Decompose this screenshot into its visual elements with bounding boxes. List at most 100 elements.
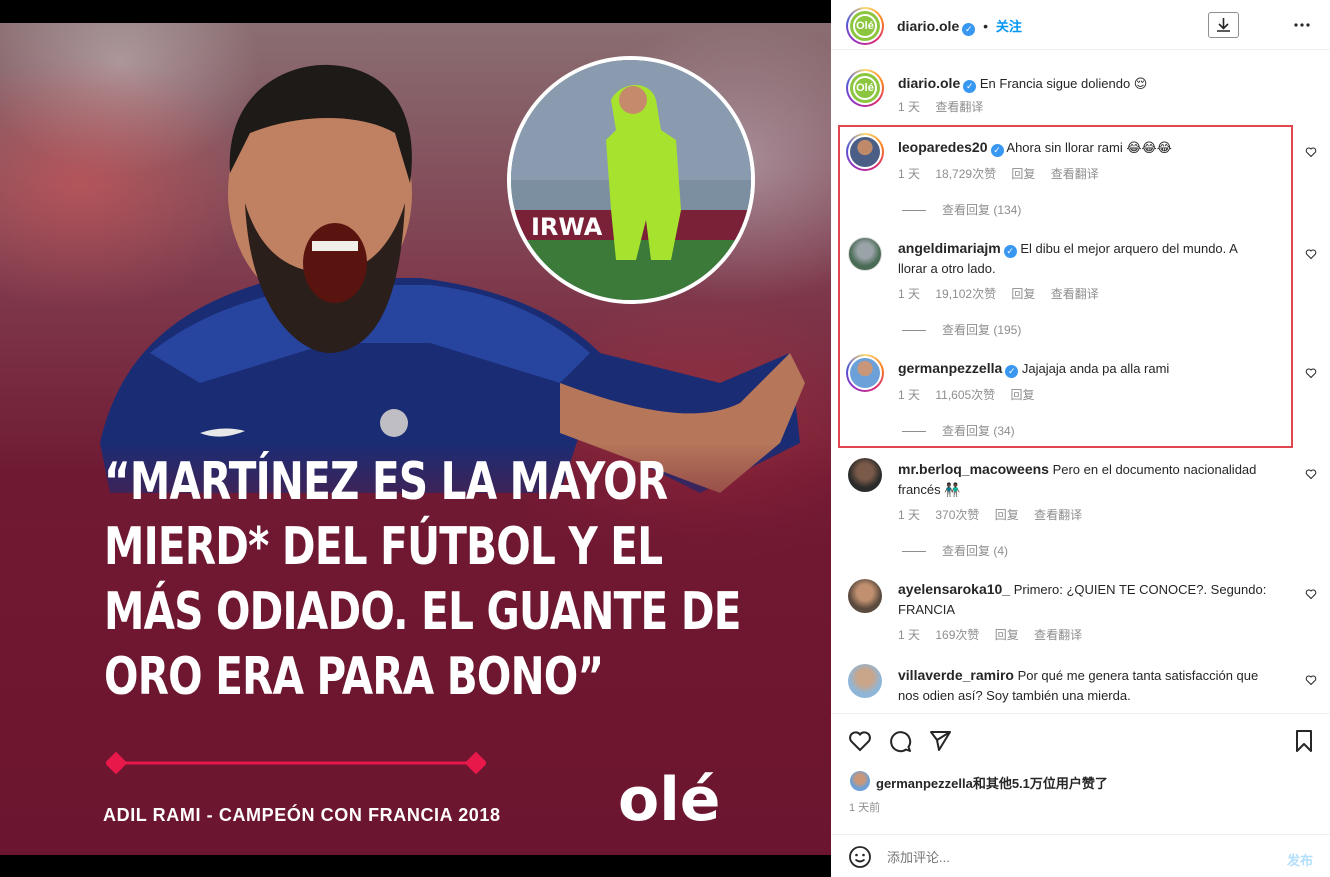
avatar[interactable] bbox=[848, 237, 882, 271]
author-username[interactable]: diario.ole bbox=[897, 18, 959, 34]
heart-icon[interactable] bbox=[848, 729, 872, 753]
comment-line: Jajajaja anda pa alla rami bbox=[1021, 361, 1170, 376]
verified-icon: ✓ bbox=[962, 23, 976, 36]
view-replies[interactable]: 查看回复 (4) bbox=[902, 542, 1008, 559]
quote-line: ORO ERA PARA BONO” bbox=[104, 647, 604, 707]
avatar bbox=[850, 137, 880, 167]
view-replies[interactable]: 查看回复 (195) bbox=[902, 321, 1021, 338]
comment-text: angeldimariajm ✓ El dibu el mejor arquero… bbox=[898, 238, 1278, 279]
story-ring[interactable]: Olé bbox=[846, 7, 884, 45]
comment-text: leoparedes20 ✓ Ahora sin llorar rami 😂😂😂 bbox=[898, 137, 1278, 158]
caption-username[interactable]: diario.ole bbox=[898, 75, 960, 91]
translate-link[interactable]: 查看翻译 bbox=[1051, 287, 1099, 301]
avatar: Olé bbox=[850, 11, 880, 41]
comment-avatar-ring[interactable] bbox=[846, 133, 884, 171]
translate-link[interactable]: 查看翻译 bbox=[1034, 508, 1082, 522]
avatar[interactable] bbox=[848, 579, 882, 613]
heart-icon[interactable] bbox=[1305, 367, 1317, 379]
emoji-icon[interactable] bbox=[848, 845, 872, 869]
translate-link[interactable]: 查看翻译 bbox=[935, 100, 983, 114]
reply-button[interactable]: 回复 bbox=[1011, 167, 1035, 181]
quote-text: “MARTÍNEZ ES LA MAYOR MIERD* DEL FÚTBOL … bbox=[104, 450, 744, 710]
translate-link[interactable]: 查看翻译 bbox=[1034, 628, 1082, 642]
reply-button[interactable]: 回复 bbox=[1011, 388, 1035, 402]
comment-line: Primero: ¿QUIEN TE CONOCE?. Segundo: bbox=[1013, 582, 1267, 597]
svg-text:olé: olé bbox=[618, 765, 720, 831]
liker-avatar[interactable] bbox=[850, 771, 870, 791]
comment-line: Ahora sin llorar rami 😂😂😂 bbox=[1006, 140, 1172, 155]
comment-username[interactable]: ayelensaroka10_ bbox=[898, 581, 1010, 597]
comment-username[interactable]: angeldimariajm bbox=[898, 240, 1001, 256]
likes-count[interactable]: 19,102次赞 bbox=[935, 287, 996, 301]
caption-text: diario.ole ✓ En Francia sigue doliendo 😌 bbox=[898, 73, 1298, 94]
comment-time: 1 天 bbox=[898, 508, 921, 522]
comment-line: El dibu el mejor arquero del mundo. A bbox=[1020, 241, 1238, 256]
heart-icon[interactable] bbox=[1305, 248, 1317, 260]
view-replies-label: 查看回复 (34) bbox=[942, 424, 1015, 438]
avatar: Olé bbox=[850, 73, 880, 103]
comment-avatar-ring[interactable] bbox=[846, 354, 884, 392]
comment-meta: 1 天 11,605次赞 回复 bbox=[898, 386, 1047, 403]
comment-line: nos odien así? Soy también una mierda. bbox=[898, 688, 1131, 703]
download-icon[interactable] bbox=[1208, 12, 1239, 38]
caption-body: En Francia sigue doliendo 😌 bbox=[979, 76, 1148, 91]
share-icon[interactable] bbox=[928, 729, 952, 753]
avatar[interactable] bbox=[848, 664, 882, 698]
comment-text: villaverde_ramiro Por qué me genera tant… bbox=[898, 665, 1278, 706]
view-replies[interactable]: 查看回复 (34) bbox=[902, 422, 1015, 439]
reply-button[interactable]: 回复 bbox=[995, 508, 1019, 522]
comment-username[interactable]: mr.berloq_macoweens bbox=[898, 461, 1049, 477]
bookmark-icon[interactable] bbox=[1292, 729, 1316, 753]
comment-line: francés 👬🏿 bbox=[898, 482, 961, 497]
verified-icon: ✓ bbox=[1005, 365, 1019, 378]
avatar bbox=[850, 358, 880, 388]
more-icon[interactable] bbox=[1293, 16, 1311, 34]
comment-time: 1 天 bbox=[898, 287, 921, 301]
post-button[interactable]: 发布 bbox=[1287, 850, 1313, 869]
likes-count[interactable]: 11,605次赞 bbox=[935, 388, 995, 402]
verified-icon: ✓ bbox=[1003, 245, 1017, 258]
avatar[interactable] bbox=[848, 458, 882, 492]
separator-dot: • bbox=[983, 18, 989, 34]
verified-icon: ✓ bbox=[990, 144, 1004, 157]
action-bar: germanpezzella和其他5.1万位用户赞了 1 天前 bbox=[831, 713, 1330, 833]
decorative-rule bbox=[106, 752, 486, 774]
heart-icon[interactable] bbox=[1305, 146, 1317, 158]
comment-text: mr.berloq_macoweens Pero en el documento… bbox=[898, 459, 1278, 500]
quote-line: MÁS ODIADO. EL GUANTE DE bbox=[104, 582, 741, 642]
caption-meta: 1 天 查看翻译 bbox=[898, 98, 995, 115]
follow-button[interactable]: 关注 bbox=[996, 19, 1022, 34]
comment-username[interactable]: germanpezzella bbox=[898, 360, 1002, 376]
comment-time: 1 天 bbox=[898, 388, 921, 402]
inset-photo: IRWA bbox=[507, 56, 755, 304]
likes-count[interactable]: 18,729次赞 bbox=[935, 167, 996, 181]
post-image: IRWA “MARTÍNEZ ES LA MAYOR MIERD* DEL FÚ… bbox=[0, 23, 831, 855]
verified-icon: ✓ bbox=[963, 80, 977, 93]
comment-line: llorar a otro lado. bbox=[898, 261, 996, 276]
likes-summary[interactable]: germanpezzella和其他5.1万位用户赞了 bbox=[876, 773, 1108, 792]
caption-avatar-ring[interactable]: Olé bbox=[846, 69, 884, 107]
quote-line: “MARTÍNEZ ES LA MAYOR bbox=[104, 452, 668, 512]
add-comment-bar: 发布 bbox=[831, 834, 1330, 877]
comment-line: FRANCIA bbox=[898, 602, 956, 617]
post-time: 1 天前 bbox=[849, 802, 881, 814]
comment-input[interactable] bbox=[887, 846, 1227, 868]
comment-time: 1 天 bbox=[898, 628, 921, 642]
view-replies-label: 查看回复 (134) bbox=[942, 203, 1022, 217]
comment-icon[interactable] bbox=[888, 729, 912, 753]
comment-username[interactable]: villaverde_ramiro bbox=[898, 667, 1014, 683]
reply-button[interactable]: 回复 bbox=[1011, 287, 1035, 301]
translate-link[interactable]: 查看翻译 bbox=[1051, 167, 1099, 181]
comment-line: Por qué me genera tanta satisfacción que bbox=[1017, 668, 1259, 683]
comment-time: 1 天 bbox=[898, 167, 921, 181]
comment-username[interactable]: leoparedes20 bbox=[898, 139, 988, 155]
view-replies[interactable]: 查看回复 (134) bbox=[902, 201, 1021, 218]
likes-count[interactable]: 169次赞 bbox=[935, 628, 979, 642]
heart-icon[interactable] bbox=[1305, 588, 1317, 600]
likes-count[interactable]: 370次赞 bbox=[935, 508, 979, 522]
comment-meta: 1 天 19,102次赞 回复 查看翻译 bbox=[898, 285, 1111, 302]
heart-icon[interactable] bbox=[1305, 468, 1317, 480]
heart-icon[interactable] bbox=[1305, 674, 1317, 686]
reply-button[interactable]: 回复 bbox=[995, 628, 1019, 642]
comment-text: germanpezzella ✓ Jajajaja anda pa alla ra… bbox=[898, 358, 1278, 379]
